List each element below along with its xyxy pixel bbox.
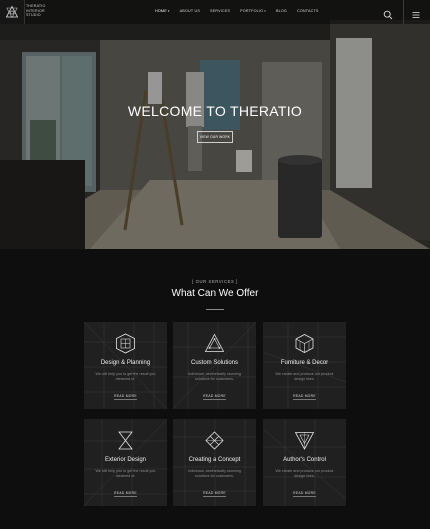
read-more-link[interactable]: READ MORE <box>84 394 167 400</box>
service-card-description: We will help you to get the result you d… <box>95 372 156 382</box>
triangle-knot-logo-icon <box>5 5 19 19</box>
section-eyebrow: [ OUR SERVICES ] <box>192 279 238 284</box>
service-card-title: Furniture & Decor <box>280 360 329 366</box>
nav-item-label: BLOG <box>275 9 287 13</box>
read-more-label: READ MORE <box>203 491 226 497</box>
service-card[interactable]: Furniture & Decor We create and produce … <box>263 322 346 409</box>
view-our-work-button[interactable]: VIEW OUR WORK <box>197 131 233 143</box>
search-button[interactable] <box>383 7 393 20</box>
read-more-label: READ MORE <box>293 394 316 400</box>
brand-line: THERATIO <box>26 4 46 8</box>
service-card[interactable]: Custom Solutions Individual, aesthetical… <box>173 322 256 409</box>
nav-item-home[interactable]: HOME▾ <box>150 9 175 13</box>
nav-item-portfolio[interactable]: PORTFOLIO▾ <box>235 9 271 13</box>
service-card-title: Custom Solutions <box>190 360 239 366</box>
service-card-title: Exterior Design <box>104 457 146 463</box>
read-more-label: READ MORE <box>114 394 137 400</box>
service-card-title: Creating a Concept <box>188 457 241 463</box>
service-card-description: We will help you to get the result you d… <box>95 469 156 479</box>
read-more-label: READ MORE <box>203 394 226 400</box>
read-more-label: READ MORE <box>114 491 137 497</box>
hero-title: WELCOME TO THERATIO <box>127 103 303 119</box>
nav-item-services[interactable]: SERVICES <box>205 9 235 13</box>
service-card[interactable]: Design & Planning We will help you to ge… <box>84 322 167 409</box>
nav-item-label: ABOUT US <box>179 9 200 13</box>
nav-item-contacts[interactable]: CONTACTS <box>292 9 324 13</box>
hero-section: WELCOME TO THERATIO VIEW OUR WORK <box>0 0 430 249</box>
brand-line: STUDIO <box>26 13 41 18</box>
header-divider <box>403 0 404 24</box>
hourglass-icon <box>118 431 133 450</box>
service-card-title: Design & Planning <box>100 360 151 366</box>
menu-button[interactable] <box>411 7 421 18</box>
cube-lines-icon <box>295 334 314 353</box>
read-more-link[interactable]: READ MORE <box>84 491 167 497</box>
cube-grid-icon <box>116 333 135 354</box>
chevron-down-icon: ▾ <box>167 9 170 13</box>
nav-item-label: HOME <box>155 9 167 13</box>
service-card-description: We create and produce our product design… <box>275 372 334 382</box>
nav-item-about-us[interactable]: ABOUT US <box>175 9 205 13</box>
nav-item-label: SERVICES <box>209 9 231 13</box>
inverted-triangle-icon <box>294 432 315 450</box>
main-nav: HOME▾ ABOUT US SERVICES PORTFOLIO▾ BLOG … <box>150 9 324 13</box>
brand-name: THERATIO INTERIOR STUDIO <box>26 4 46 18</box>
site-logo[interactable] <box>0 0 25 24</box>
read-more-link[interactable]: READ MORE <box>173 394 256 400</box>
read-more-label: READ MORE <box>293 491 316 497</box>
service-card-description: Individual, aesthetically stunning solut… <box>188 372 241 382</box>
service-card[interactable]: Exterior Design We will help you to get … <box>84 419 167 506</box>
read-more-link[interactable]: READ MORE <box>263 394 346 400</box>
section-title: What Can We Offer <box>171 288 259 299</box>
service-card-description: Individual, aesthetically stunning solut… <box>188 469 241 479</box>
search-icon <box>383 10 393 20</box>
hamburger-menu-icon <box>412 12 420 18</box>
service-card[interactable]: Author's Control We create and produce o… <box>263 419 346 506</box>
nav-item-blog[interactable]: BLOG <box>271 9 292 13</box>
hero-overlay <box>0 0 430 249</box>
nav-item-label: CONTACTS <box>296 9 319 13</box>
title-divider <box>206 309 224 310</box>
nav-item-label: PORTFOLIO <box>240 9 264 13</box>
chevron-down-icon: ▾ <box>264 9 266 13</box>
service-card-title: Author's Control <box>283 457 326 463</box>
services-section: [ OUR SERVICES ] What Can We Offer Desig… <box>0 249 430 529</box>
read-more-link[interactable]: READ MORE <box>173 491 256 497</box>
service-card[interactable]: Creating a Concept Individual, aesthetic… <box>173 419 256 506</box>
service-card-description: We create and produce our product design… <box>275 469 334 479</box>
diamond-lattice-icon <box>205 431 224 450</box>
read-more-link[interactable]: READ MORE <box>263 491 346 497</box>
triangle-pyramid-icon <box>204 333 225 352</box>
site-header: THERATIO INTERIOR STUDIO HOME▾ ABOUT US … <box>0 0 430 24</box>
